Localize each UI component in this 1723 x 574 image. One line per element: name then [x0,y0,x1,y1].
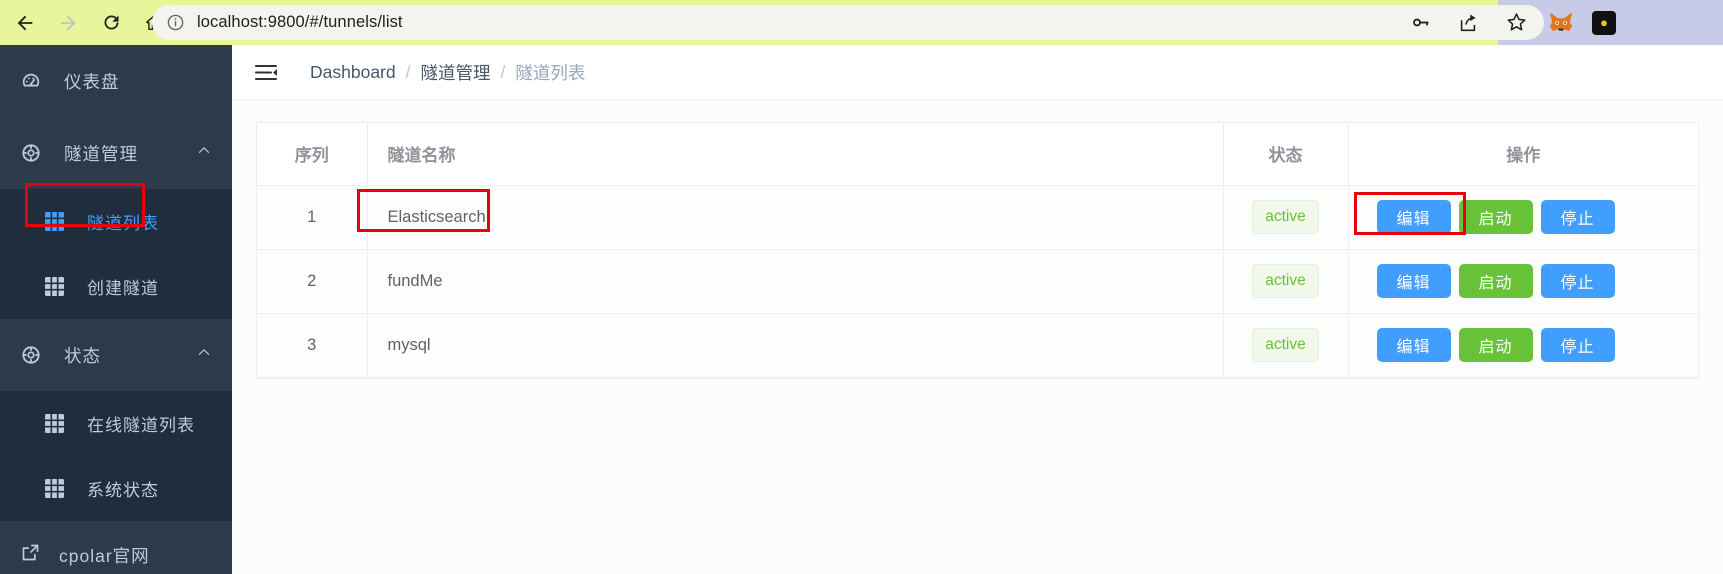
external-link-icon [20,542,41,568]
chevron-up-icon[interactable] [196,345,212,366]
cell-status: active [1222,249,1348,314]
reload-icon [104,15,118,30]
sidebar-item-cpolar-website[interactable]: cpolar官网 [0,521,232,574]
chevron-up-icon[interactable] [196,143,212,164]
sidebar-item-label: cpolar官网 [59,545,150,566]
sidebar-item-label: 在线隧道列表 [87,416,195,435]
back-button[interactable] [7,5,43,41]
sidebar-group-tunnel-management[interactable]: 隧道管理 [0,117,232,189]
address-bar[interactable]: localhost:9800/#/tunnels/list [152,5,1544,40]
sidebar-group-label: 隧道管理 [64,143,138,164]
cell-ops: 编辑 启动 停止 [1347,313,1699,378]
ops-button-group: 编辑 启动 停止 [1349,200,1699,234]
grid-icon [45,277,67,296]
table-row[interactable]: 2 fundMe active 编辑 启动 停止 [257,249,1699,314]
sidebar-submenu-tunnel-management: 隧道列表 创建隧道 [0,189,232,319]
browser-toolbar: localhost:9800/#/tunnels/list ● [0,0,1723,45]
status-badge: active [1252,328,1319,362]
stop-button[interactable]: 停止 [1540,264,1615,298]
stop-button[interactable]: 停止 [1540,328,1615,362]
sidebar-item-system-status[interactable]: 系统状态 [0,456,232,521]
cell-seq: 3 [257,313,367,378]
sidebar-item-dashboard[interactable]: 仪表盘 [0,45,232,117]
password-key-icon[interactable] [1410,12,1431,33]
cell-seq: 1 [257,185,367,250]
content-area: 序列 隧道名称 状态 操作 1 Elasticsearch active 编辑 … [232,100,1723,574]
sidebar-item-label: 隧道列表 [87,214,159,233]
compass-icon [20,142,46,164]
status-badge: active [1252,264,1319,298]
sidebar: 仪表盘 隧道管理 隧道列表 创建隧道 状态 在线隧道列表 系统状态 cpolar… [0,45,232,574]
edit-button[interactable]: 编辑 [1376,264,1451,298]
column-header-seq: 序列 [257,123,367,186]
sidebar-item-label: 创建隧道 [87,279,159,298]
grid-icon [45,212,67,231]
grid-icon [45,479,67,498]
table-row[interactable]: 1 Elasticsearch active 编辑 启动 停止 [257,185,1699,250]
cell-name: mysql [366,313,1223,378]
gauge-icon [20,70,46,92]
browser-nav-buttons [0,5,172,41]
cell-ops: 编辑 启动 停止 [1347,185,1699,250]
breadcrumb-item-tunnel-management[interactable]: 隧道管理 [421,60,491,85]
table-header-row: 序列 隧道名称 状态 操作 [257,123,1698,186]
sidebar-item-label: 仪表盘 [64,71,120,92]
sidebar-group-status[interactable]: 状态 [0,319,232,391]
metamask-fox-icon[interactable] [1548,11,1574,35]
edit-button[interactable]: 编辑 [1376,200,1451,234]
column-header-status: 状态 [1222,123,1348,186]
column-header-name: 隧道名称 [366,123,1223,186]
forward-arrow-icon [60,15,76,30]
breadcrumb-item-tunnel-list: 隧道列表 [515,62,586,83]
sidebar-item-create-tunnel[interactable]: 创建隧道 [0,254,232,319]
column-header-ops: 操作 [1347,123,1698,186]
cell-ops: 编辑 启动 停止 [1347,249,1699,314]
start-button[interactable]: 启动 [1458,328,1533,362]
cell-seq: 2 [257,249,367,314]
sidebar-group-label: 状态 [64,345,101,366]
bookmark-star-icon[interactable] [1505,11,1528,34]
table-header: 序列 隧道名称 状态 操作 [257,123,1698,186]
tunnels-table: 序列 隧道名称 状态 操作 1 Elasticsearch active 编辑 … [257,123,1698,378]
cell-name: fundMe [366,249,1223,314]
sidebar-item-tunnel-list[interactable]: 隧道列表 [0,189,232,254]
top-navbar: Dashboard / 隧道管理 / 隧道列表 [232,45,1723,100]
compass-icon [20,344,46,366]
table-row[interactable]: 3 mysql active 编辑 启动 停止 [257,313,1699,378]
status-badge: active [1252,200,1319,234]
browser-extensions: ● [1548,0,1616,45]
grid-icon [45,414,67,433]
breadcrumb: Dashboard / 隧道管理 / 隧道列表 [310,60,585,85]
site-info-icon[interactable] [166,13,185,32]
start-button[interactable]: 启动 [1458,200,1533,234]
collapse-menu-icon[interactable] [254,63,278,82]
forward-button[interactable] [50,5,86,41]
cell-status: active [1222,185,1348,250]
breadcrumb-separator: / [405,61,411,82]
main-area: Dashboard / 隧道管理 / 隧道列表 序列 隧道名称 状态 操作 1 … [232,45,1723,574]
share-icon[interactable] [1457,12,1479,34]
breadcrumb-item-dashboard[interactable]: Dashboard [310,62,396,83]
reload-button[interactable] [93,5,129,41]
edit-button[interactable]: 编辑 [1376,328,1451,362]
table-body: 1 Elasticsearch active 编辑 启动 停止 2 fundMe… [257,185,1699,378]
sidebar-item-label: 系统状态 [87,481,159,500]
cell-status: active [1222,313,1348,378]
start-button[interactable]: 启动 [1458,264,1533,298]
address-bar-actions [1410,5,1528,40]
extension-icon[interactable]: ● [1592,10,1616,35]
ops-button-group: 编辑 启动 停止 [1349,264,1699,298]
address-bar-url: localhost:9800/#/tunnels/list [197,13,403,31]
tunnels-table-card: 序列 隧道名称 状态 操作 1 Elasticsearch active 编辑 … [256,122,1699,379]
ops-button-group: 编辑 启动 停止 [1349,328,1699,362]
stop-button[interactable]: 停止 [1540,200,1615,234]
sidebar-item-online-tunnel-list[interactable]: 在线隧道列表 [0,391,232,456]
sidebar-submenu-status: 在线隧道列表 系统状态 [0,391,232,521]
cell-name: Elasticsearch [366,185,1223,250]
breadcrumb-separator: / [500,61,506,82]
back-arrow-icon [17,15,33,30]
page-root: localhost:9800/#/tunnels/list ● 仪表盘 隧道管理… [0,0,1723,574]
